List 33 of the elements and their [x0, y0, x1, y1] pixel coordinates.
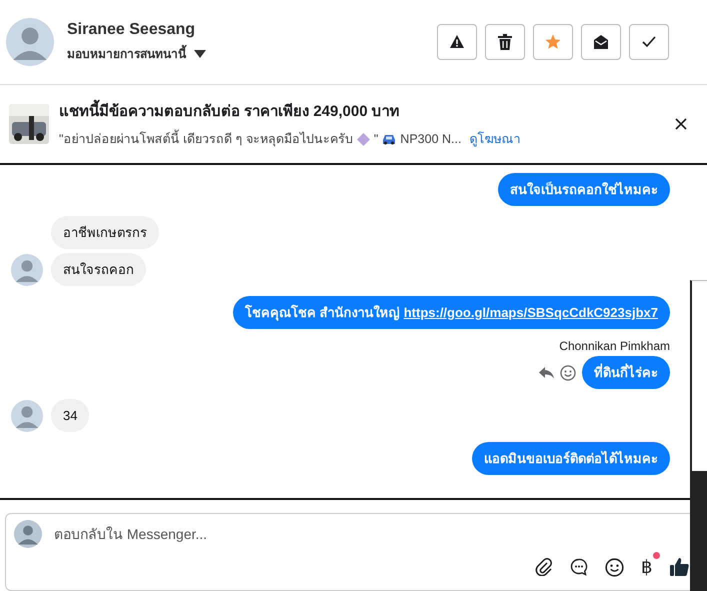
avatar: [14, 520, 42, 548]
thumbs-up-icon[interactable]: [669, 557, 689, 577]
message-bubble: แอดมินขอเบอร์ติดต่อได้ไหมคะ: [472, 442, 670, 475]
message-bubble: อาชีพเกษตรกร: [51, 216, 159, 249]
product-name: NP300 N...: [400, 132, 462, 146]
message-bubble: โชคคุณโชค สำนักงานใหญ่ https://goo.gl/maps/SBSqcCdkC923sjbx7: [233, 296, 670, 329]
star-button[interactable]: [533, 24, 573, 60]
caret-icon: [194, 50, 206, 58]
attachment-icon[interactable]: [535, 558, 553, 576]
chat-bubble-icon[interactable]: [570, 558, 588, 576]
reply-icon[interactable]: [539, 366, 554, 378]
gem-icon: [356, 132, 370, 146]
check-button[interactable]: [629, 24, 669, 60]
message-bubble: ที่ดินกี่ไร่คะ: [582, 356, 670, 389]
mail-button[interactable]: [581, 24, 621, 60]
assign-dropdown[interactable]: มอบหมายการสนทนานี้: [67, 44, 206, 63]
payment-button[interactable]: ฿: [641, 556, 652, 578]
contact-name: Siranee Seesang: [67, 21, 196, 39]
ad-quote: "อย่าปล่อยผ่านโพสต์นี้ เดียวรถดี ๆ จะหลุดมือไปนะครับ: [59, 129, 353, 149]
avatar: [6, 18, 54, 66]
close-icon[interactable]: [675, 118, 687, 130]
quote-mark: ": [374, 132, 378, 146]
warning-button[interactable]: [437, 24, 477, 60]
message-bubble: สนใจรถคอก: [51, 253, 146, 286]
car-icon: [382, 134, 396, 144]
message-bubble: 34: [51, 399, 90, 432]
view-ad-link[interactable]: ดูโฆษณา: [469, 129, 520, 149]
sender-name: Chonnikan Pimkham: [559, 339, 670, 353]
delete-button[interactable]: [485, 24, 525, 60]
map-link[interactable]: https://goo.gl/maps/SBSqcCdkC923sjbx7: [404, 305, 658, 320]
emoji-icon[interactable]: [605, 558, 624, 576]
ad-headline: แชทนี้มีข้อความตอบกลับต่อ ราคาเพียง 249,000 บาท: [59, 99, 665, 123]
message-bubble: สนใจเป็นรถคอกใช่ไหมคะ: [498, 173, 670, 206]
